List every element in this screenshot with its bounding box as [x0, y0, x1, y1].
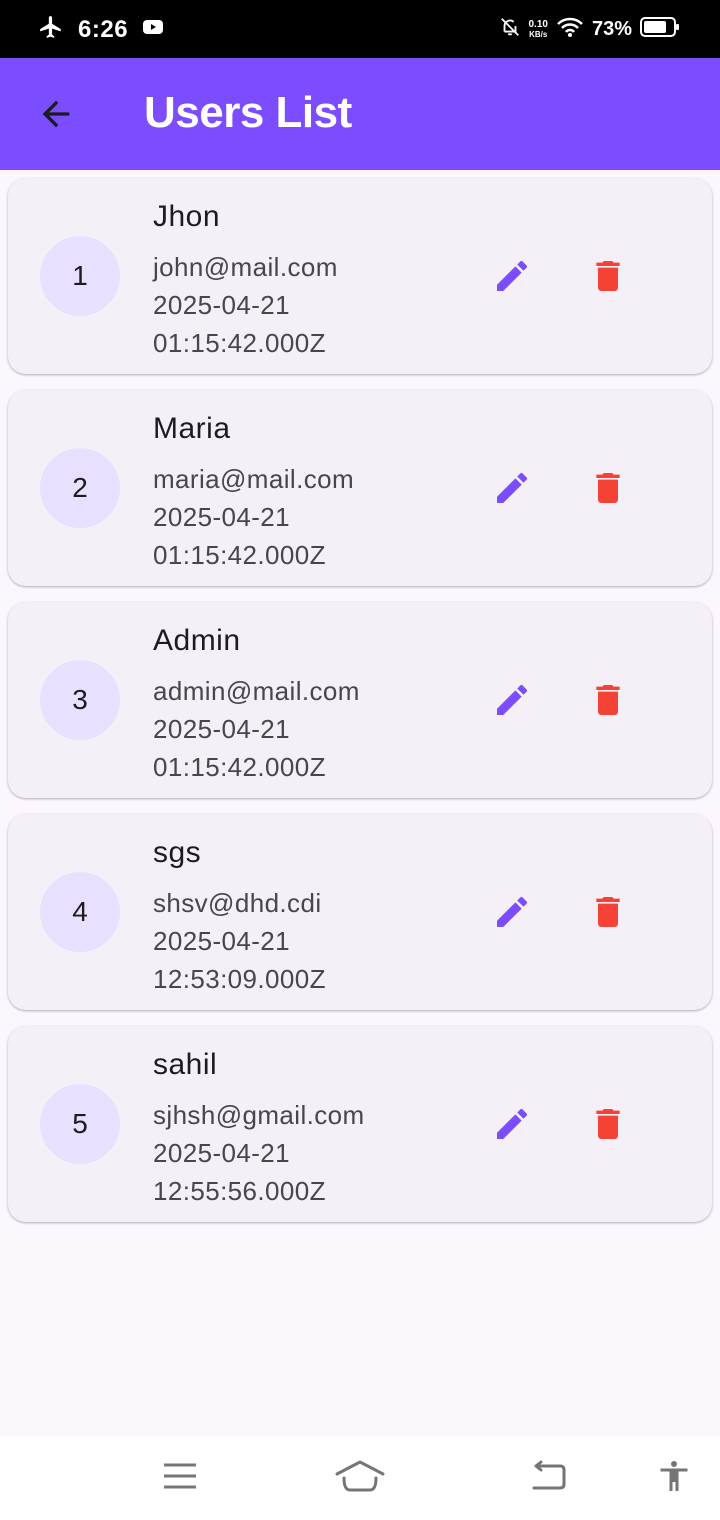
user-email: admin@mail.com [153, 676, 360, 706]
user-date: 2025-04-21 [153, 1138, 290, 1168]
user-details: shsv@dhd.cdi 2025-04-21 12:53:09.000Z [153, 884, 326, 998]
user-email: maria@mail.com [153, 464, 355, 494]
pencil-icon [492, 256, 532, 301]
user-card: 1 Jhon john@mail.com 2025-04-21 01:15:42… [8, 178, 712, 374]
edit-button[interactable] [488, 254, 536, 302]
pencil-icon [492, 680, 532, 725]
delete-button[interactable] [584, 890, 632, 938]
status-bar: 6:26 0.10 KB/s 73% [0, 0, 720, 58]
users-list: 1 Jhon john@mail.com 2025-04-21 01:15:42… [8, 178, 712, 1238]
system-nav-bar [0, 1436, 720, 1520]
menu-button[interactable] [152, 1454, 208, 1502]
edit-button[interactable] [488, 890, 536, 938]
user-time: 01:15:42.000Z [153, 540, 326, 570]
user-time: 12:53:09.000Z [153, 964, 326, 994]
wifi-icon [556, 16, 584, 43]
home-button[interactable] [332, 1454, 388, 1502]
user-time: 01:15:42.000Z [153, 328, 326, 358]
edit-button[interactable] [488, 466, 536, 514]
trash-icon [588, 680, 628, 725]
net-speed-unit: KB/s [529, 29, 548, 39]
arrow-back-icon [36, 94, 76, 139]
user-email: john@mail.com [153, 252, 338, 282]
mute-icon [499, 15, 521, 44]
accessibility-icon [656, 1456, 692, 1501]
user-date: 2025-04-21 [153, 290, 290, 320]
user-avatar: 3 [40, 660, 120, 740]
status-right: 0.10 KB/s 73% [499, 15, 681, 44]
user-card: 2 Maria maria@mail.com 2025-04-21 01:15:… [8, 390, 712, 586]
delete-button[interactable] [584, 678, 632, 726]
home-icon [334, 1458, 386, 1499]
trash-icon [588, 892, 628, 937]
page-title: Users List [144, 88, 352, 137]
battery-icon [640, 16, 680, 43]
pencil-icon [492, 892, 532, 937]
user-card: 5 sahil sjhsh@gmail.com 2025-04-21 12:55… [8, 1026, 712, 1222]
user-card: 3 Admin admin@mail.com 2025-04-21 01:15:… [8, 602, 712, 798]
back-nav-button[interactable] [520, 1454, 576, 1502]
user-email: sjhsh@gmail.com [153, 1100, 365, 1130]
accessibility-button[interactable] [646, 1454, 702, 1502]
net-speed: 0.10 KB/s [528, 18, 548, 40]
user-name: Maria [153, 412, 231, 445]
user-email: shsv@dhd.cdi [153, 888, 322, 918]
user-name: sgs [153, 836, 202, 869]
user-avatar: 4 [40, 872, 120, 952]
user-date: 2025-04-21 [153, 502, 290, 532]
user-name: Jhon [153, 200, 221, 233]
user-details: john@mail.com 2025-04-21 01:15:42.000Z [153, 248, 338, 362]
trash-icon [588, 256, 628, 301]
user-details: maria@mail.com 2025-04-21 01:15:42.000Z [153, 460, 354, 574]
edit-button[interactable] [488, 678, 536, 726]
user-card: 4 sgs shsv@dhd.cdi 2025-04-21 12:53:09.0… [8, 814, 712, 1010]
edit-button[interactable] [488, 1102, 536, 1150]
user-details: sjhsh@gmail.com 2025-04-21 12:55:56.000Z [153, 1096, 365, 1210]
user-time: 01:15:42.000Z [153, 752, 326, 782]
user-avatar: 2 [40, 448, 120, 528]
battery-percent: 73% [591, 18, 632, 40]
youtube-icon [142, 18, 164, 41]
menu-icon [162, 1461, 198, 1496]
user-time: 12:55:56.000Z [153, 1176, 326, 1206]
delete-button[interactable] [584, 254, 632, 302]
status-time: 6:26 [78, 15, 129, 43]
net-speed-value: 0.10 [528, 18, 548, 30]
user-avatar: 1 [40, 236, 120, 316]
app-bar: Users List [0, 58, 720, 170]
trash-icon [588, 468, 628, 513]
back-button[interactable] [32, 92, 80, 140]
user-name: sahil [153, 1048, 218, 1081]
pencil-icon [492, 468, 532, 513]
user-details: admin@mail.com 2025-04-21 01:15:42.000Z [153, 672, 360, 786]
back-icon [528, 1460, 568, 1497]
delete-button[interactable] [584, 466, 632, 514]
airplane-icon [38, 14, 64, 45]
delete-button[interactable] [584, 1102, 632, 1150]
user-name: Admin [153, 624, 241, 657]
user-date: 2025-04-21 [153, 926, 290, 956]
pencil-icon [492, 1104, 532, 1149]
user-date: 2025-04-21 [153, 714, 290, 744]
trash-icon [588, 1104, 628, 1149]
status-left: 6:26 [38, 14, 164, 45]
user-avatar: 5 [40, 1084, 120, 1164]
